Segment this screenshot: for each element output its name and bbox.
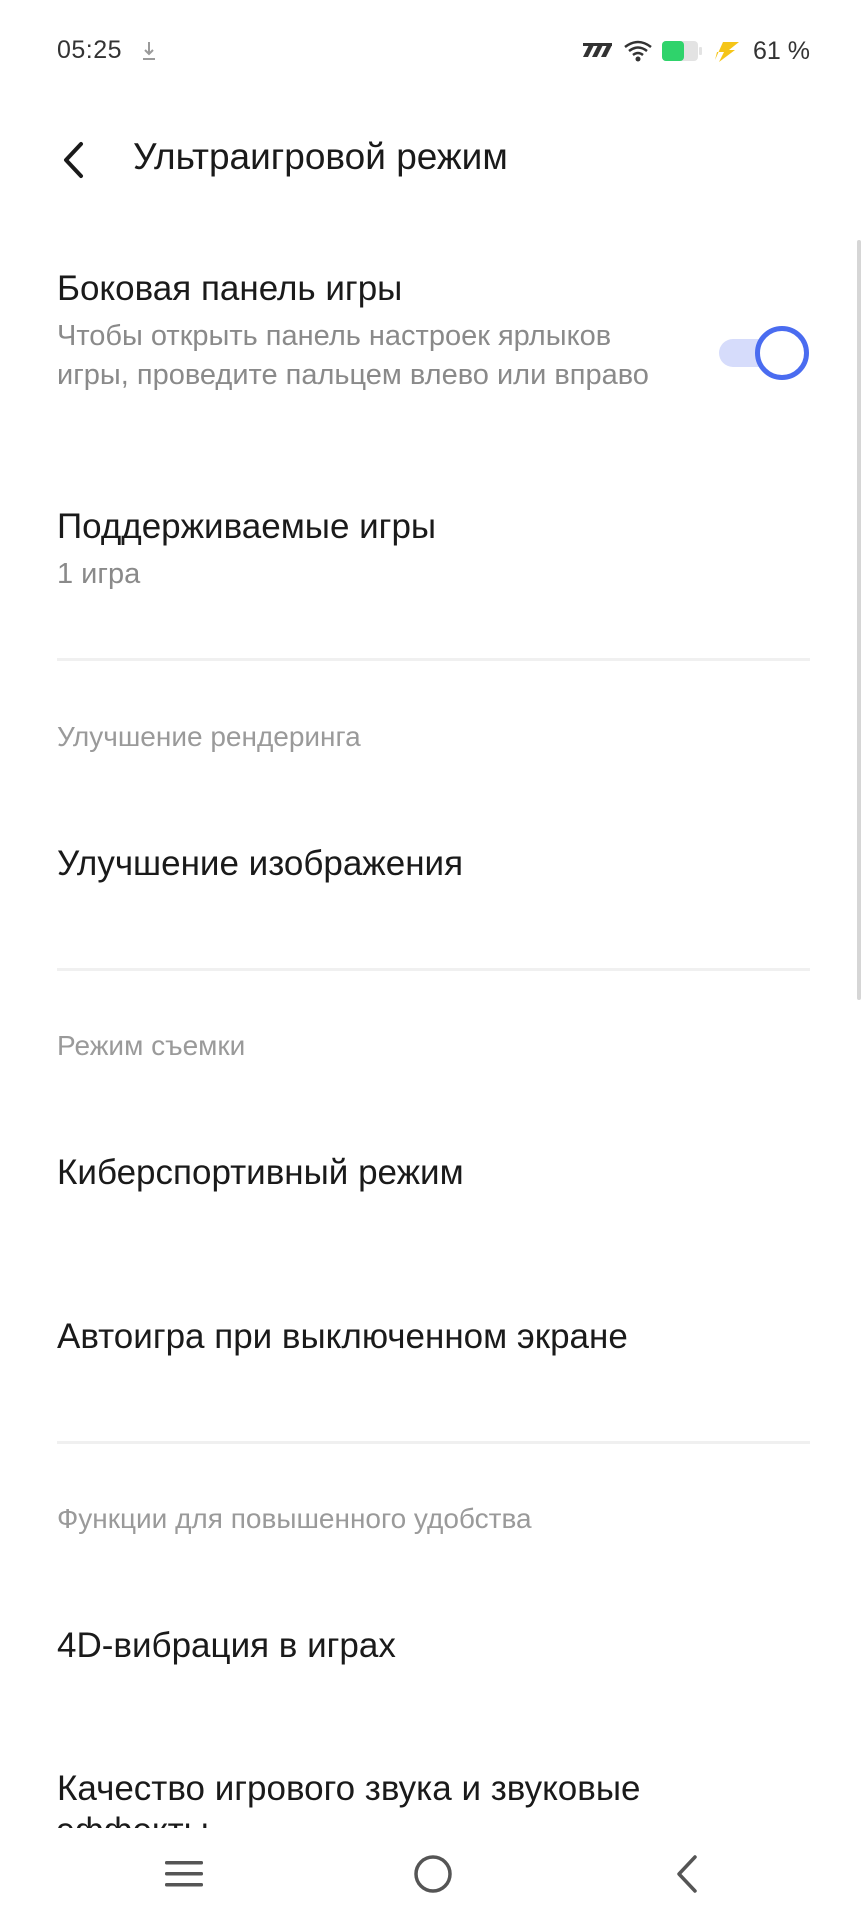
page-title: Ультраигровой режим: [133, 136, 508, 177]
signal-icon: [583, 43, 613, 57]
esports-mode-item[interactable]: Киберспортивный режим: [57, 1152, 810, 1194]
sound-quality-item[interactable]: Качество игрового звука и звуковые эффек…: [57, 1768, 747, 1828]
game-sidebar-toggle[interactable]: [719, 326, 809, 380]
sound-quality-title: Качество игрового звука и звуковые эффек…: [57, 1769, 641, 1828]
section-header-shooting: Режим съемки: [57, 1030, 246, 1061]
battery-icon: [662, 41, 703, 61]
image-enhancement-title: Улучшение изображения: [57, 844, 464, 883]
esports-mode-title: Киберспортивный режим: [57, 1153, 464, 1192]
screen: 05:25 61 % Ультраигровой режим Боковая п…: [0, 0, 867, 1920]
battery-percent: 61 %: [753, 36, 810, 65]
header: Ультраигровой режим: [0, 104, 867, 216]
wifi-icon: [624, 40, 652, 62]
divider: [57, 1441, 810, 1444]
back-button[interactable]: [50, 132, 96, 188]
divider: [57, 968, 810, 971]
navigation-bar: [0, 1828, 867, 1920]
home-circle-icon: [414, 1855, 452, 1893]
game-sidebar-title: Боковая панель игры: [57, 269, 403, 308]
settings-list[interactable]: Боковая панель игры Чтобы открыть панель…: [0, 216, 867, 1828]
game-sidebar-description: Чтобы открыть панель настроек ярлыков иг…: [57, 320, 649, 391]
section-header-convenience: Функции для повышенного удобства: [57, 1503, 532, 1534]
game-sidebar-item[interactable]: Боковая панель игры Чтобы открыть панель…: [57, 268, 677, 395]
scrollbar[interactable]: [857, 240, 861, 1000]
charging-icon: [715, 42, 740, 62]
status-icons: 61 %: [581, 34, 810, 68]
auto-play-title: Автоигра при выключенном экране: [57, 1317, 628, 1356]
status-time: 05:25: [57, 36, 123, 64]
vibration-4d-title: 4D-вибрация в играх: [57, 1626, 396, 1665]
image-enhancement-item[interactable]: Улучшение изображения: [57, 843, 810, 885]
supported-games-count: 1 игра: [57, 558, 141, 590]
divider: [57, 658, 810, 661]
download-icon: [143, 42, 155, 60]
vibration-4d-item[interactable]: 4D-вибрация в играх: [57, 1625, 810, 1667]
chevron-left-icon: [64, 142, 83, 178]
toggle-thumb: [755, 326, 809, 380]
home-button[interactable]: [403, 1848, 463, 1900]
recents-button[interactable]: [154, 1848, 214, 1900]
supported-games-title: Поддерживаемые игры: [57, 507, 437, 546]
auto-play-item[interactable]: Автоигра при выключенном экране: [57, 1316, 810, 1358]
supported-games-item[interactable]: Поддерживаемые игры 1 игра: [57, 506, 810, 594]
back-nav-button[interactable]: [656, 1848, 716, 1900]
section-header-rendering: Улучшение рендеринга: [57, 721, 361, 752]
back-chevron-icon: [677, 1855, 697, 1893]
status-bar: 05:25 61 %: [0, 0, 867, 104]
menu-icon: [165, 1861, 203, 1887]
